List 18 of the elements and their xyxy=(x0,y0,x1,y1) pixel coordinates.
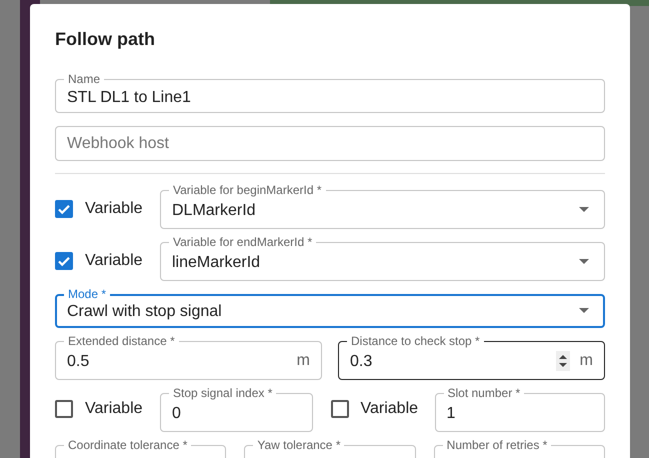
dialog-title: Follow path xyxy=(55,28,156,50)
mode-select[interactable]: Mode * Crawl with stop signal xyxy=(55,286,605,328)
variable-checkbox[interactable]: Variable xyxy=(55,190,160,229)
number-field[interactable]: Slot number * 1 xyxy=(434,386,605,432)
webhook-host-field[interactable]: Webhook host xyxy=(55,119,605,161)
distance-field[interactable]: Distance to check stop * 0.3 m xyxy=(338,334,605,380)
caret-icon xyxy=(579,308,589,314)
variable-checkbox[interactable]: Variable xyxy=(55,390,160,428)
variable-select[interactable]: Variable for beginMarkerId * DLMarkerId xyxy=(160,182,605,229)
spinner-icon[interactable] xyxy=(556,350,570,370)
variable-select[interactable]: Variable for endMarkerId * lineMarkerId xyxy=(160,234,605,281)
number-field[interactable]: Stop signal index * 0 xyxy=(160,386,312,432)
variable-checkbox[interactable]: Variable xyxy=(330,390,434,428)
name-field[interactable]: Name STL DL1 to Line1 xyxy=(55,72,605,114)
caret-icon xyxy=(579,258,589,264)
caret-icon xyxy=(579,206,589,212)
variable-checkbox[interactable]: Variable xyxy=(55,242,160,281)
distance-field[interactable]: Extended distance * 0.5 m xyxy=(55,334,322,380)
